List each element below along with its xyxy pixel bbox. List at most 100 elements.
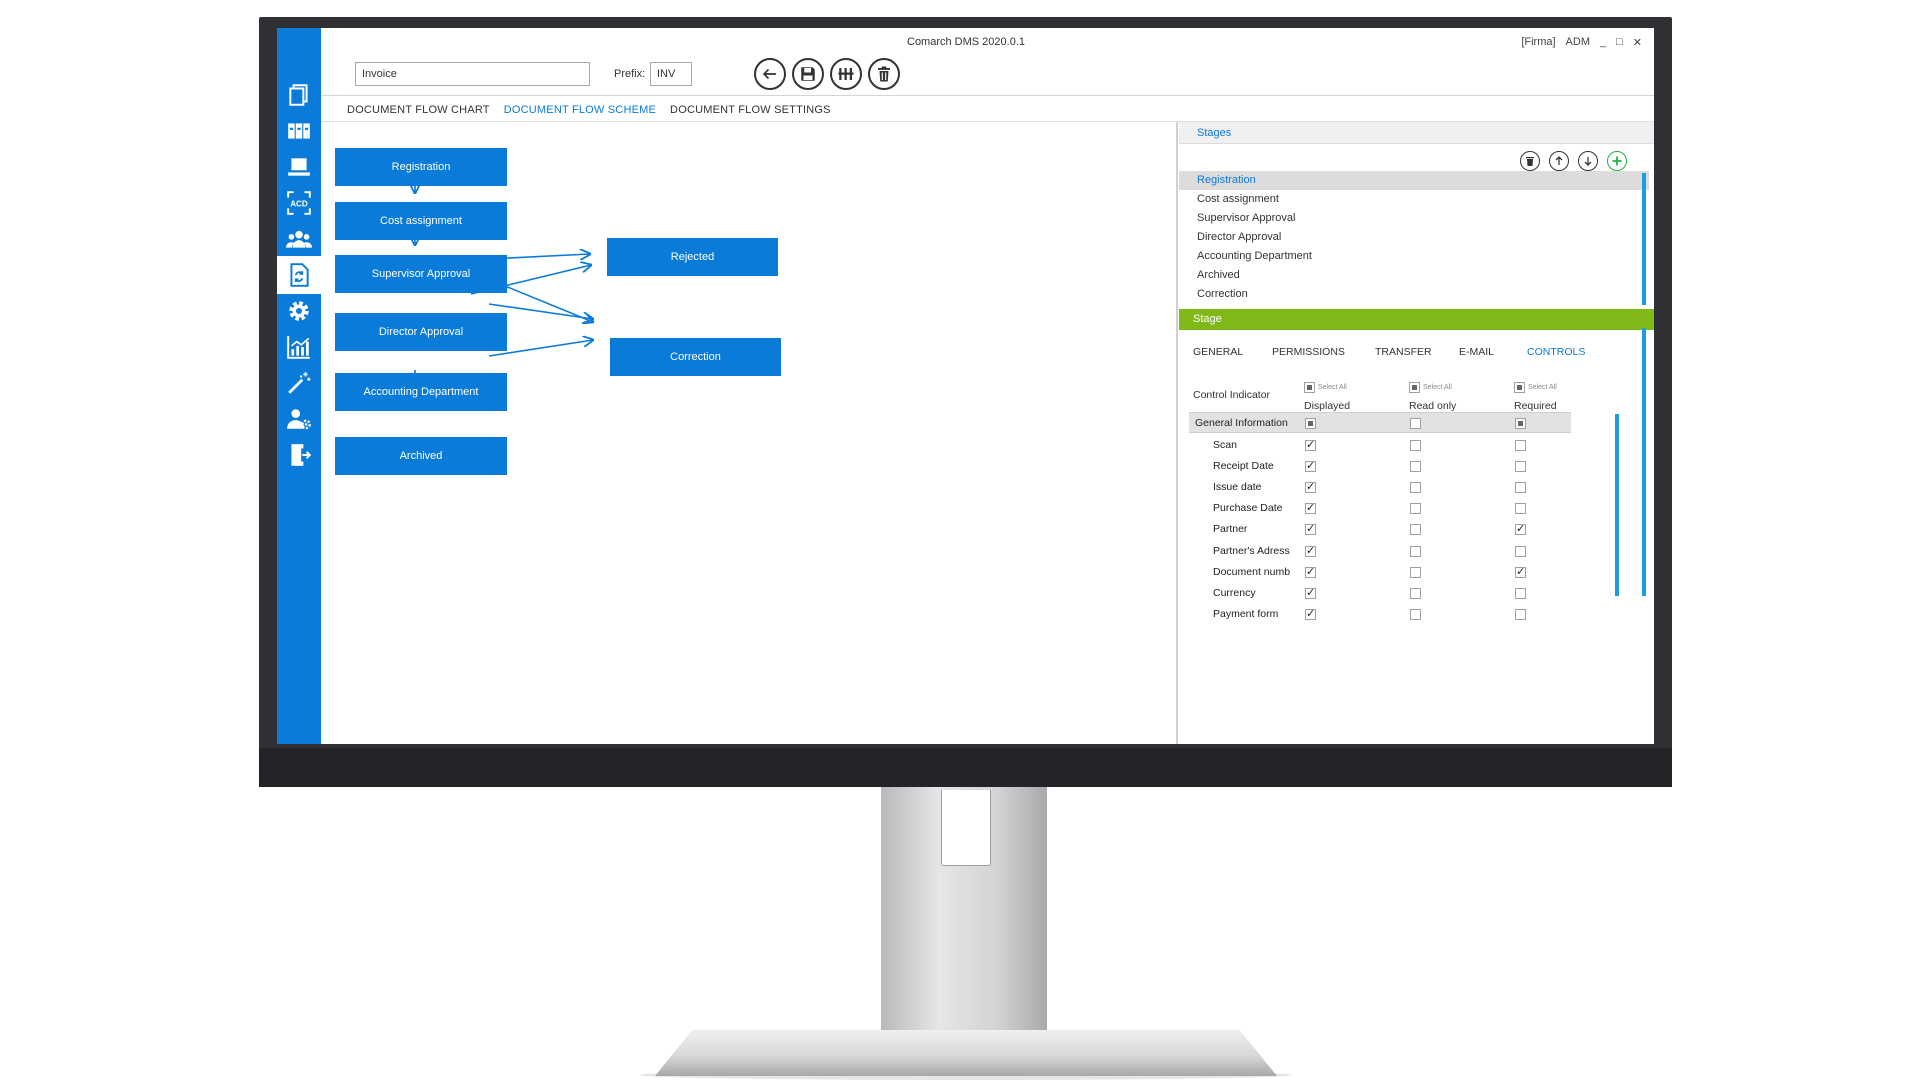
required-checkbox[interactable] xyxy=(1515,440,1526,451)
read-only-checkbox[interactable] xyxy=(1410,503,1421,515)
stage-item-accounting-department[interactable]: Accounting Department xyxy=(1179,247,1649,266)
binders-icon[interactable] xyxy=(277,112,321,150)
control-row[interactable]: Receipt Date xyxy=(1189,456,1571,477)
required-checkbox[interactable] xyxy=(1515,565,1526,578)
control-row[interactable]: Currency xyxy=(1189,583,1571,604)
control-row[interactable]: Partner's Adress xyxy=(1189,541,1571,562)
delete-button[interactable] xyxy=(868,58,900,90)
stage-move-up-button[interactable] xyxy=(1549,151,1569,171)
minimize-button[interactable]: _ xyxy=(1600,36,1606,49)
required-checkbox[interactable] xyxy=(1515,545,1526,557)
required-checkbox[interactable] xyxy=(1515,587,1526,599)
add-stage-button[interactable] xyxy=(830,58,862,90)
tab-general[interactable]: GENERAL xyxy=(1193,346,1243,358)
tab-document-flow-scheme[interactable]: DOCUMENT FLOW SCHEME xyxy=(504,104,656,116)
required-checkbox[interactable] xyxy=(1515,482,1526,494)
stage-item-supervisor-approval[interactable]: Supervisor Approval xyxy=(1179,209,1649,228)
tab-e-mail[interactable]: E-MAIL xyxy=(1459,346,1494,358)
tab-permissions[interactable]: PERMISSIONS xyxy=(1272,346,1345,358)
control-row[interactable]: Purchase Date xyxy=(1189,498,1571,519)
read-only-checkbox[interactable] xyxy=(1410,440,1421,451)
flow-box-rejected[interactable]: Rejected xyxy=(607,238,778,276)
flow-box-director-approval[interactable]: Director Approval xyxy=(335,313,507,351)
read-only-checkbox[interactable] xyxy=(1410,482,1421,494)
stage-delete-button[interactable] xyxy=(1520,151,1540,171)
select-all-required-checkbox[interactable] xyxy=(1514,382,1525,393)
control-row[interactable]: Document numb xyxy=(1189,562,1571,583)
stage-item-cost-assignment[interactable]: Cost assignment xyxy=(1179,190,1649,209)
control-label: Receipt Date xyxy=(1213,460,1274,473)
control-row[interactable]: Scan xyxy=(1189,435,1571,456)
displayed-checkbox[interactable] xyxy=(1305,501,1316,515)
settings-icon[interactable] xyxy=(277,292,321,330)
users-group-icon[interactable] xyxy=(277,220,321,258)
stage-item-director-approval[interactable]: Director Approval xyxy=(1179,228,1649,247)
controls-scrollbar[interactable] xyxy=(1615,414,1619,596)
required-checkbox[interactable] xyxy=(1515,522,1526,536)
displayed-checkbox[interactable] xyxy=(1305,565,1316,578)
stages-scrollbar[interactable] xyxy=(1642,173,1646,305)
displayed-checkbox[interactable] xyxy=(1305,438,1316,451)
document-type-name-input[interactable]: Invoice xyxy=(355,62,590,86)
stage-move-down-button[interactable] xyxy=(1578,151,1598,171)
magic-wand-icon[interactable] xyxy=(277,364,321,402)
document-flow-icon[interactable] xyxy=(277,256,321,294)
reports-icon[interactable] xyxy=(277,328,321,366)
read-only-checkbox[interactable] xyxy=(1410,524,1421,536)
displayed-checkbox[interactable] xyxy=(1305,586,1316,599)
documents-icon[interactable] xyxy=(277,76,321,114)
tab-document-flow-settings[interactable]: DOCUMENT FLOW SETTINGS xyxy=(670,104,831,116)
flow-box-registration[interactable]: Registration xyxy=(335,148,507,186)
control-row[interactable]: Payment form xyxy=(1189,604,1571,625)
displayed-checkbox[interactable] xyxy=(1305,607,1316,620)
read-only-checkbox[interactable] xyxy=(1410,608,1421,620)
group-required-checkbox[interactable] xyxy=(1515,418,1526,429)
read-only-checkbox[interactable] xyxy=(1410,566,1421,578)
required-checkbox[interactable] xyxy=(1515,461,1526,473)
control-row[interactable]: Partner xyxy=(1189,519,1571,540)
close-button[interactable]: ✕ xyxy=(1633,36,1642,49)
back-button[interactable] xyxy=(754,58,786,90)
save-button[interactable] xyxy=(792,58,824,90)
tab-transfer[interactable]: TRANSFER xyxy=(1375,346,1432,358)
ocr-icon[interactable]: ACD xyxy=(277,184,321,222)
displayed-checkbox[interactable] xyxy=(1305,480,1316,494)
stage-item-archived[interactable]: Archived xyxy=(1179,266,1649,285)
read-only-checkbox[interactable] xyxy=(1410,587,1421,599)
select-all-label: Select All xyxy=(1318,384,1347,391)
select-all-required[interactable]: Select All xyxy=(1514,382,1557,393)
select-all-displayed[interactable]: Select All xyxy=(1304,382,1347,393)
workstation-icon[interactable] xyxy=(277,148,321,186)
stage-item-registration[interactable]: Registration xyxy=(1179,171,1649,190)
stage-add-button[interactable] xyxy=(1607,151,1627,171)
tab-controls[interactable]: CONTROLS xyxy=(1527,346,1585,358)
user-settings-icon[interactable] xyxy=(277,400,321,438)
flow-box-accounting-department[interactable]: Accounting Department xyxy=(335,373,507,411)
logout-icon[interactable] xyxy=(277,436,321,474)
displayed-checkbox[interactable] xyxy=(1305,522,1316,536)
control-row[interactable]: Issue date xyxy=(1189,477,1571,498)
prefix-input[interactable]: INV xyxy=(650,62,692,86)
select-all-read-only-checkbox[interactable] xyxy=(1409,382,1420,393)
displayed-checkbox[interactable] xyxy=(1305,459,1316,473)
flow-box-archived[interactable]: Archived xyxy=(335,437,507,475)
read-only-checkbox[interactable] xyxy=(1410,461,1421,473)
group-displayed-checkbox[interactable] xyxy=(1305,418,1316,429)
maximize-button[interactable]: □ xyxy=(1616,36,1623,49)
flow-box-cost-assignment[interactable]: Cost assignment xyxy=(335,202,507,240)
required-checkbox[interactable] xyxy=(1515,608,1526,620)
stage-item-correction[interactable]: Correction xyxy=(1179,285,1649,304)
tab-document-flow-chart[interactable]: DOCUMENT FLOW CHART xyxy=(347,104,490,116)
control-group-row[interactable]: General Information xyxy=(1189,412,1571,433)
select-all-read-only[interactable]: Select All xyxy=(1409,382,1452,393)
flow-box-supervisor-approval[interactable]: Supervisor Approval xyxy=(335,255,507,293)
required-checkbox[interactable] xyxy=(1515,503,1526,515)
control-label: Payment form xyxy=(1213,607,1279,620)
group-read-only-checkbox[interactable] xyxy=(1410,418,1421,429)
flow-box-correction[interactable]: Correction xyxy=(610,338,781,376)
panel-splitter[interactable] xyxy=(1176,122,1178,744)
read-only-checkbox[interactable] xyxy=(1410,545,1421,557)
select-all-displayed-checkbox[interactable] xyxy=(1304,382,1315,393)
stage-panel-scrollbar[interactable] xyxy=(1642,328,1646,596)
displayed-checkbox[interactable] xyxy=(1305,544,1316,557)
